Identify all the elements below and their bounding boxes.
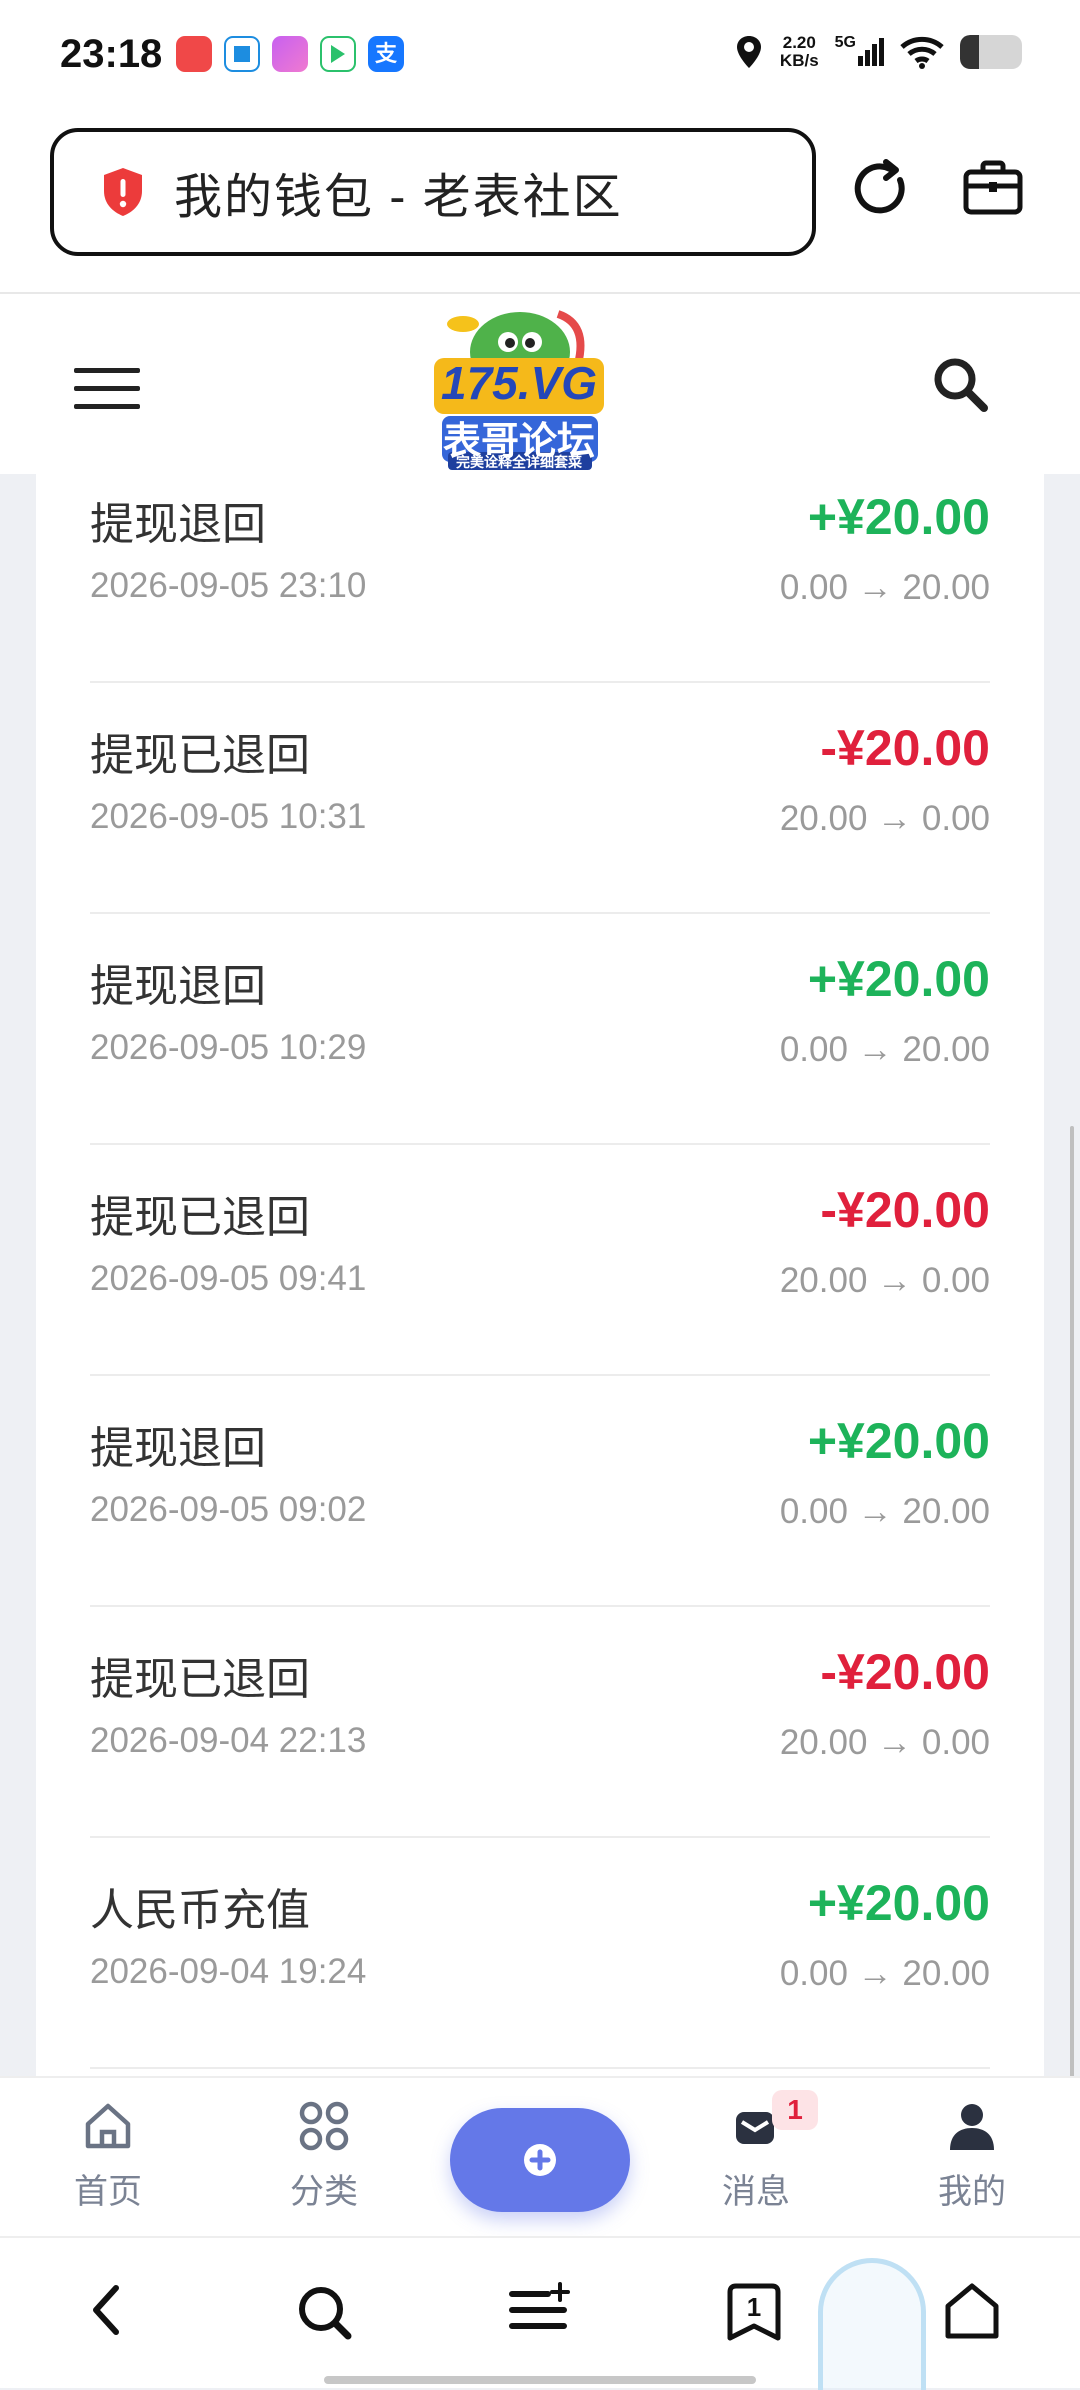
transaction-amount: +¥20.00	[807, 1875, 990, 1931]
status-indicators: 2.20 KB/s 5G	[734, 34, 1022, 70]
transaction-row[interactable]: 人民币充值 2026-09-04 19:24 +¥20.00 0.00 → 20.00	[90, 1838, 990, 2069]
transaction-row[interactable]: 提现已退回 2026-09-05 09:41 -¥20.00 20.00 → 0.00	[90, 1145, 990, 1376]
transaction-row[interactable]: 提现退回 2026-09-05 23:10 +¥20.00 0.00 → 20.00	[90, 474, 990, 683]
browser-toolbar: 我的钱包 - 老表社区	[0, 118, 1080, 294]
balance-change: 0.00 → 20.00	[779, 1030, 990, 1069]
transaction-date: 2026-09-05 09:02	[90, 1490, 367, 1529]
transaction-row[interactable]: 提现退回 2026-09-05 09:02 +¥20.00 0.00 → 20.00	[90, 1376, 990, 1607]
search-icon[interactable]	[930, 354, 990, 414]
shield-alert-icon	[104, 168, 142, 216]
transaction-date: 2026-09-05 10:31	[90, 797, 367, 836]
messages-badge: 1	[772, 2090, 818, 2130]
balance-change: 0.00 → 20.00	[779, 1954, 990, 1993]
address-bar[interactable]: 我的钱包 - 老表社区	[50, 128, 816, 256]
transaction-amount: -¥20.00	[820, 720, 990, 776]
transaction-title: 人民币充值	[90, 1886, 310, 1935]
transaction-amount: +¥20.00	[807, 1413, 990, 1469]
tabs-count: 1	[746, 2292, 762, 2322]
transaction-title: 提现退回	[90, 962, 266, 1011]
logo-tagline: 完美诠释全详细套菜	[456, 454, 582, 470]
transaction-title: 提现退回	[90, 500, 266, 549]
tab-category[interactable]: 分类	[254, 2098, 394, 2213]
status-time: 23:18	[60, 32, 163, 76]
transaction-amount: -¥20.00	[820, 1182, 990, 1238]
tabs-switcher[interactable]: 1	[724, 2282, 784, 2349]
hamburger-menu-icon[interactable]	[72, 366, 142, 412]
user-icon	[950, 2104, 994, 2150]
transaction-title: 提现已退回	[90, 731, 310, 780]
tab-home[interactable]: 首页	[38, 2098, 178, 2213]
transaction-amount: +¥20.00	[807, 951, 990, 1007]
balance-change: 20.00 → 0.00	[779, 1723, 990, 1762]
cell-signal-icon: 5G	[835, 34, 884, 66]
video-app-icon	[320, 36, 356, 72]
notification-icons: 支	[176, 36, 404, 72]
transaction-row[interactable]: 提现已退回 2026-09-04 22:13 -¥20.00 20.00 → 0.00	[90, 1607, 990, 1838]
site-logo[interactable]: 175.VG 表哥论坛 完美诠释全详细套菜	[428, 294, 610, 474]
transaction-title: 提现已退回	[90, 1193, 310, 1242]
transaction-date: 2026-09-05 09:41	[90, 1259, 367, 1298]
status-bar: 23:18 支 2.20 KB/s 5G	[0, 0, 1080, 118]
transaction-title: 提现已退回	[90, 1655, 310, 1704]
gesture-home-indicator[interactable]	[324, 2376, 756, 2384]
create-post-button[interactable]	[450, 2108, 630, 2212]
home-icon	[85, 2103, 131, 2149]
assistant-mascot-icon[interactable]	[818, 2258, 926, 2390]
site-header: 175.VG 表哥论坛 完美诠释全详细套菜	[0, 294, 1080, 474]
balance-change: 0.00 → 20.00	[779, 1492, 990, 1531]
briefcase-icon[interactable]	[962, 158, 1024, 218]
location-icon	[736, 36, 761, 68]
logo-text: 175.VG	[441, 357, 597, 409]
scrollbar[interactable]	[1070, 1126, 1074, 2098]
blue-app-icon	[224, 36, 260, 72]
transaction-date: 2026-09-05 23:10	[90, 566, 367, 605]
wallet-transactions-list: 提现退回 2026-09-05 23:10 +¥20.00 0.00 → 20.00 提…	[36, 474, 1044, 2076]
alipay-icon: 支	[368, 36, 404, 72]
plus-circle-icon	[524, 2144, 556, 2176]
browser-nav-bar: 1	[0, 2236, 1080, 2390]
transaction-amount: -¥20.00	[820, 1644, 990, 1700]
search-icon[interactable]	[294, 2282, 354, 2342]
menu-sparkle-icon[interactable]	[508, 2282, 572, 2338]
transaction-date: 2026-09-04 19:24	[90, 1952, 367, 1991]
back-icon[interactable]	[86, 2282, 126, 2338]
grid-icon	[299, 2101, 349, 2151]
balance-change: 20.00 → 0.00	[779, 1261, 990, 1300]
battery-icon	[960, 35, 1022, 69]
transaction-amount: +¥20.00	[807, 489, 990, 545]
transaction-title: 提现退回	[90, 1424, 266, 1473]
purple-app-icon	[272, 36, 308, 72]
wifi-icon	[900, 36, 944, 69]
page-title: 我的钱包 - 老表社区	[174, 171, 623, 224]
tab-mine[interactable]: 我的	[902, 2098, 1042, 2213]
network-speed: 2.20 KB/s	[779, 33, 819, 70]
transaction-row[interactable]: 提现已退回 2026-09-05 10:31 -¥20.00 20.00 → 0.00	[90, 683, 990, 914]
reload-icon[interactable]	[850, 158, 912, 220]
balance-change: 0.00 → 20.00	[779, 568, 990, 607]
balance-change: 20.00 → 0.00	[779, 799, 990, 838]
transaction-date: 2026-09-04 22:13	[90, 1721, 367, 1760]
home-icon[interactable]	[942, 2282, 1002, 2340]
transaction-row[interactable]: 提现退回 2026-09-05 10:29 +¥20.00 0.00 → 20.00	[90, 914, 990, 1145]
clown-app-icon	[176, 36, 212, 72]
transaction-date: 2026-09-05 10:29	[90, 1028, 367, 1067]
app-tab-bar: 首页 分类 消息 1 我的	[0, 2076, 1080, 2236]
